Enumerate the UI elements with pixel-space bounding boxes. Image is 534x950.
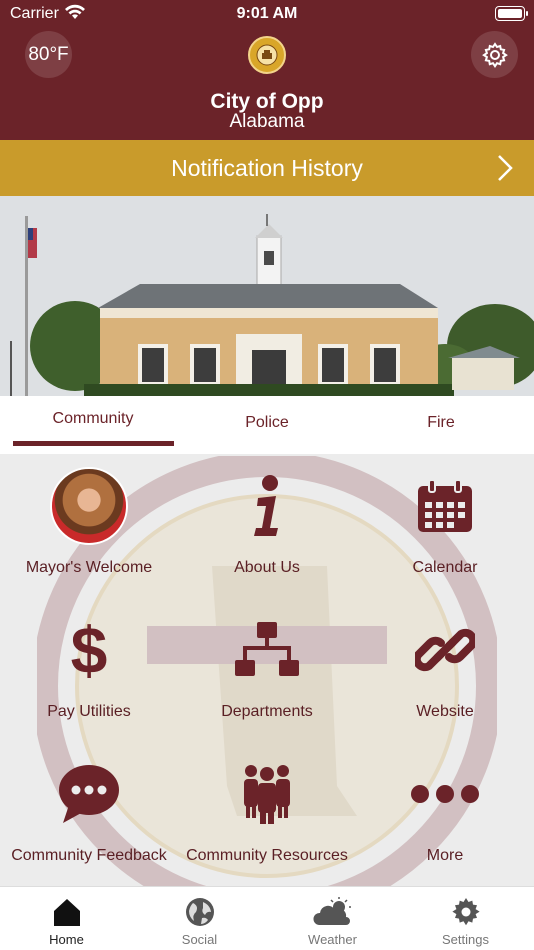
status-time: 9:01 AM xyxy=(236,5,298,22)
website-label: Website xyxy=(416,703,474,720)
calendar-label: Calendar xyxy=(412,559,478,576)
departments-label: Departments xyxy=(221,703,313,720)
tabbar-home-label: Home xyxy=(49,932,84,947)
svg-text:$: $ xyxy=(71,615,108,685)
calendar-icon xyxy=(418,479,472,532)
sitemap-icon xyxy=(235,622,299,676)
tab-indicator xyxy=(13,441,174,446)
temperature-button[interactable]: 80°F xyxy=(25,31,72,78)
settings-gear-button[interactable] xyxy=(471,31,518,78)
calendar-item[interactable]: Calendar xyxy=(356,454,534,598)
status-bar: Carrier 9:01 AM xyxy=(0,0,534,28)
temperature-label: 80°F xyxy=(28,43,69,65)
segment-tabs: Community Police Fire xyxy=(0,396,534,454)
users-icon xyxy=(244,765,290,824)
cloud-sun-icon xyxy=(312,897,351,925)
departments-item[interactable]: Departments xyxy=(178,598,356,742)
tab-police[interactable]: Police xyxy=(178,414,356,432)
state-subtitle: Alabama xyxy=(229,111,305,132)
chevron-right-icon xyxy=(498,155,513,181)
ellipsis-icon xyxy=(411,785,479,803)
mayors-welcome-item[interactable]: Mayor's Welcome xyxy=(0,454,178,598)
globe-icon xyxy=(185,898,214,926)
info-icon xyxy=(254,475,278,536)
mayors-welcome-label: Mayor's Welcome xyxy=(25,559,153,576)
battery-icon xyxy=(495,6,528,21)
website-item[interactable]: Website xyxy=(356,598,534,742)
more-item[interactable]: More xyxy=(356,742,534,886)
pay-utilities-item[interactable]: $ Pay Utilities xyxy=(0,598,178,742)
tabbar-home[interactable]: Home xyxy=(0,887,133,950)
community-feedback-label: Community Feedback xyxy=(11,847,167,864)
gear-icon xyxy=(481,41,508,68)
tabbar-weather[interactable]: Weather xyxy=(266,887,399,950)
link-icon xyxy=(415,628,475,672)
home-icon xyxy=(53,899,80,926)
menu-grid: Mayor's Welcome About Us Calendar $ Pay … xyxy=(0,454,534,886)
about-us-label: About Us xyxy=(234,559,300,576)
chat-bubble-icon xyxy=(59,765,119,823)
tabbar-weather-label: Weather xyxy=(308,932,357,947)
dollar-icon: $ xyxy=(71,615,108,685)
app-header: Carrier 9:01 AM 80°F City of Opp Alabama xyxy=(0,0,534,140)
more-label: More xyxy=(426,847,464,864)
notification-history-button[interactable]: Notification History xyxy=(0,140,534,196)
pay-utilities-label: Pay Utilities xyxy=(47,703,131,720)
community-resources-item[interactable]: Community Resources xyxy=(178,742,356,886)
gear-icon xyxy=(451,898,480,926)
tabbar-settings[interactable]: Settings xyxy=(399,887,532,950)
bottom-tab-bar: Home Social Weather Settings xyxy=(0,886,534,950)
city-seal-icon xyxy=(248,36,286,74)
notification-history-label: Notification History xyxy=(171,154,363,181)
tab-community[interactable]: Community xyxy=(4,410,182,428)
city-hall-photo xyxy=(0,196,534,396)
tab-fire[interactable]: Fire xyxy=(352,414,530,432)
community-resources-label: Community Resources xyxy=(186,847,348,864)
about-us-item[interactable]: About Us xyxy=(178,454,356,598)
mayor-avatar xyxy=(50,467,128,545)
tabbar-settings-label: Settings xyxy=(442,932,489,947)
tabbar-social-label: Social xyxy=(181,932,218,947)
community-feedback-item[interactable]: Community Feedback xyxy=(0,742,178,886)
tabbar-social[interactable]: Social xyxy=(133,887,266,950)
